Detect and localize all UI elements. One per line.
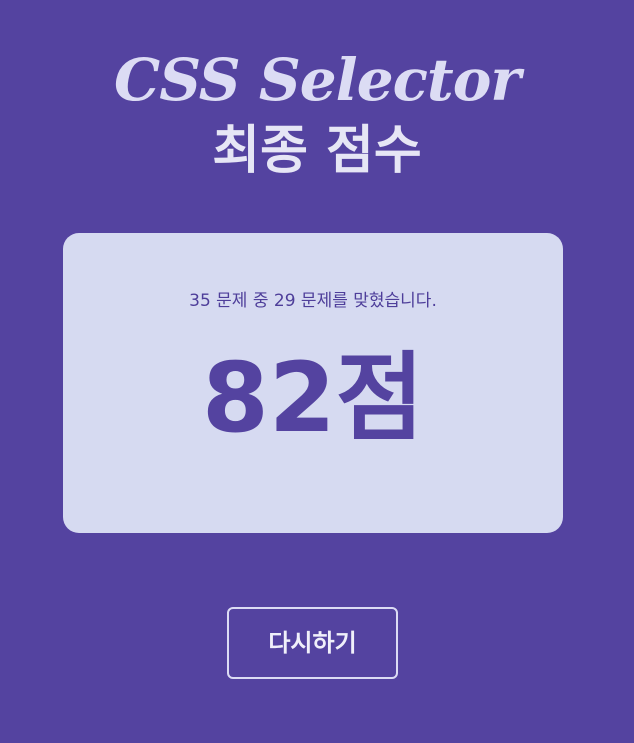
- result-summary: 35 문제 중 29 문제를 맞혔습니다.: [189, 291, 437, 311]
- page-title: 최종 점수: [212, 121, 422, 181]
- final-score: 82점: [202, 342, 424, 454]
- score-card: 35 문제 중 29 문제를 맞혔습니다. 82점: [63, 233, 563, 533]
- app-logo-title: CSS Selector: [114, 46, 521, 114]
- retry-button[interactable]: 다시하기: [227, 607, 398, 679]
